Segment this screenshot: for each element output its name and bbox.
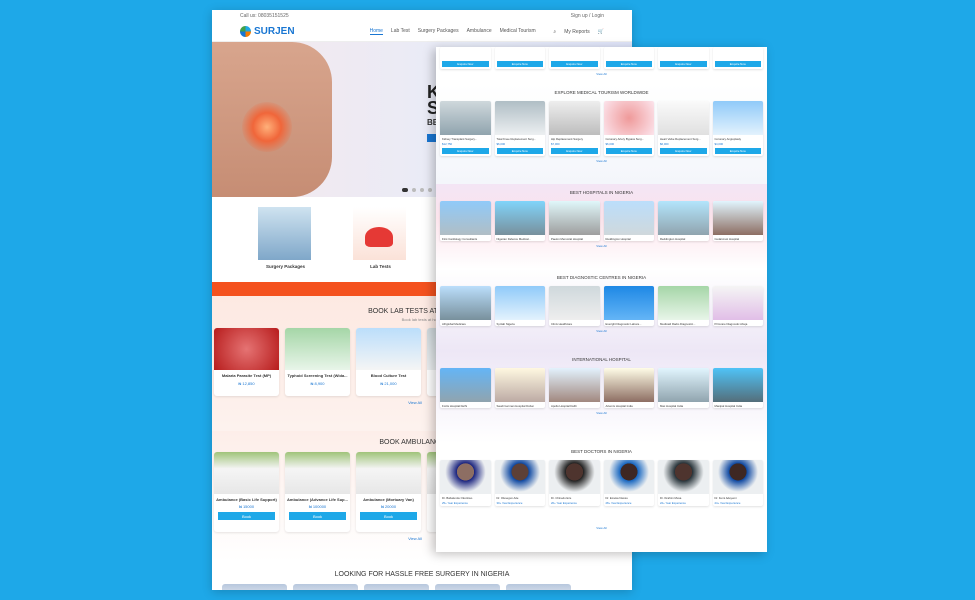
logo-icon xyxy=(240,26,251,37)
nav-ambulance[interactable]: Ambulance xyxy=(467,28,492,35)
knee-highlight xyxy=(242,102,292,152)
international-card[interactable]: Artemis Hospital India xyxy=(603,368,654,408)
hospitals-title: BEST HOSPITALS IN NIGERIA xyxy=(569,190,634,195)
tourism-view-all[interactable]: View All xyxy=(440,156,763,163)
diagnostic-card[interactable]: Afriglobal Medicare xyxy=(440,286,491,326)
top-view-all[interactable]: View All xyxy=(440,69,763,76)
partial-card[interactable]: Enquire Now xyxy=(603,47,654,69)
ambulance-card[interactable]: Ambulance (Advance Life Sup... ₦ 100000 Bo… xyxy=(285,452,350,532)
service-surgery-packages[interactable]: Surgery Packages xyxy=(258,207,313,282)
tourism-title: EXPLORE MEDICAL TOURISM WORLDWIDE xyxy=(554,90,649,95)
logo[interactable]: SURJEN xyxy=(240,26,295,37)
book-button[interactable]: Book xyxy=(289,512,346,520)
international-card[interactable]: Max Hospital India xyxy=(658,368,709,408)
hospital-card[interactable]: Reddington Hospital xyxy=(603,201,654,241)
partial-card[interactable]: Enquire Now xyxy=(712,47,763,69)
nav-home[interactable]: Home xyxy=(369,28,383,35)
diagnostic-card[interactable]: Everight Diagnostic Labora... xyxy=(603,286,654,326)
my-reports-link[interactable]: My Reports xyxy=(564,29,590,35)
doctor-card[interactable]: Dr. Emeka Nwosu 28+ Year Experience xyxy=(603,460,654,506)
diagnostic-title: BEST DIAGNOSTIC CENTRES IN NIGERIA xyxy=(556,275,647,280)
diagnostic-centres-section: BEST DIAGNOSTIC CENTRES IN NIGERIA Afrig… xyxy=(436,269,767,351)
book-button[interactable]: Book xyxy=(360,512,417,520)
enquire-button[interactable]: Enquire Now xyxy=(442,148,489,154)
partial-card[interactable]: Enquire Now xyxy=(658,47,709,69)
doctor-card[interactable]: Dr. Ibrahim Musa 22+ Year Experience xyxy=(658,460,709,506)
tourism-card[interactable]: Total Knee Replacement Surg... $6,000 Enqu… xyxy=(494,101,545,156)
hospital-card[interactable]: First Cardiology Consultants xyxy=(440,201,491,241)
service-lab-tests[interactable]: Lab Tests xyxy=(353,207,408,282)
diagnostic-card[interactable]: Synlab Nigeria xyxy=(494,286,545,326)
doctors-title: BEST DOCTORS IN NIGERIA xyxy=(571,449,632,454)
ambulance-card[interactable]: Ambulance (Mortuary Van) ₦ 20000 Book xyxy=(356,452,421,532)
main-nav: SURJEN Home Lab Test Surgery Packages Am… xyxy=(212,22,632,42)
lab-delivery-image xyxy=(353,207,406,260)
logo-text: SURJEN xyxy=(254,26,295,37)
doctor-card[interactable]: Dr. Femi Adeyemi 24+ Year Experience xyxy=(712,460,763,506)
partial-card[interactable]: Enquire Now xyxy=(549,47,600,69)
tourism-card[interactable]: Heart Valve Replacement Surg... $6,000 Enq… xyxy=(658,101,709,156)
international-card[interactable]: Saudi German Hospital Dubai xyxy=(494,368,545,408)
hospital-card[interactable]: Cedarcrest Hospital xyxy=(712,201,763,241)
hospital-card[interactable]: Reddington Hospital xyxy=(658,201,709,241)
top-bar: Call us: 08035151525 Sign up / Login xyxy=(212,10,632,22)
nav-surgery-packages[interactable]: Surgery Packages xyxy=(418,28,459,35)
medical-tourism-section: EXPLORE MEDICAL TOURISM WORLDWIDE Kidney… xyxy=(436,84,767,184)
hospital-card[interactable]: Nigerian Defence Medical... xyxy=(494,201,545,241)
international-card[interactable]: Fortis Hospital Delhi xyxy=(440,368,491,408)
enquire-button[interactable]: Enquire Now xyxy=(551,148,598,154)
international-card[interactable]: Apollo Hospital Delhi xyxy=(549,368,600,408)
hospital-card[interactable]: Paelon Memorial Hospital xyxy=(549,201,600,241)
best-doctors-section: BEST DOCTORS IN NIGERIA Dr. Babatunde Ok… xyxy=(436,443,767,552)
doctor-card[interactable]: Dr. Chinedu Eze 20+ Year Experience xyxy=(549,460,600,506)
lab-card[interactable]: Typhoid Screening Test (Wida... ₦ 8,900 xyxy=(285,328,350,396)
diagnostic-card[interactable]: Clinix Healthcare xyxy=(549,286,600,326)
tourism-card[interactable]: Coronary Angioplasty $4,000 Enquire Now xyxy=(712,101,763,156)
enquire-button[interactable]: Enquire Now xyxy=(714,148,761,154)
international-card[interactable]: Manipal Hospital India xyxy=(712,368,763,408)
enquire-button[interactable]: Enquire Now xyxy=(660,148,707,154)
doctor-card[interactable]: Dr. Babatunde Okonkwo 25+ Year Experience xyxy=(440,460,491,506)
international-title: INTERNATIONAL HOSPITAL xyxy=(572,357,631,362)
cart-icon[interactable]: 🛒 xyxy=(598,29,604,35)
nav-medical-tourism[interactable]: Medical Tourism xyxy=(500,28,536,35)
surgery-section-title: LOOKING FOR HASSLE FREE SURGERY IN NIGER… xyxy=(334,571,510,578)
tourism-card[interactable]: Kidney Transplant Surgery... $12,750 Enqui… xyxy=(440,101,491,156)
best-hospitals-section: BEST HOSPITALS IN NIGERIA First Cardiolo… xyxy=(436,184,767,269)
nav-lab-test[interactable]: Lab Test xyxy=(391,28,410,35)
ambulance-card[interactable]: Ambulance (Basic Life Support) ₦ 15000 Boo… xyxy=(214,452,279,532)
search-icon[interactable]: ⌕ xyxy=(553,29,556,35)
top-partial-section: Enquire Now Enquire Now Enquire Now Enqu… xyxy=(436,47,767,84)
book-button[interactable]: Book xyxy=(218,512,275,520)
surgery-image xyxy=(258,207,311,260)
partial-card[interactable]: Enquire Now xyxy=(494,47,545,69)
enquire-button[interactable]: Enquire Now xyxy=(496,148,543,154)
hospitals-view-all[interactable]: View All xyxy=(440,241,763,248)
tourism-card[interactable]: Coronary Artery Bypass Surg... $6,000 Enqu… xyxy=(603,101,654,156)
signup-link[interactable]: Sign up / Login xyxy=(571,13,604,19)
partial-card[interactable]: Enquire Now xyxy=(440,47,491,69)
doctors-view-all[interactable]: View All xyxy=(440,506,763,530)
call-text: Call us: 08035151525 xyxy=(240,13,289,19)
lab-card[interactable]: Malaria Parasite Test (MP) ₦ 12,850 xyxy=(214,328,279,396)
diagnostic-card[interactable]: Primcare Diagnostic Abuja xyxy=(712,286,763,326)
diagnostic-card[interactable]: Medicaid Radio Diagnostic... xyxy=(658,286,709,326)
diagnostic-view-all[interactable]: View All xyxy=(440,326,763,333)
carousel-dots[interactable] xyxy=(402,188,440,192)
international-hospital-section: INTERNATIONAL HOSPITAL Fortis Hospital D… xyxy=(436,351,767,443)
doctor-card[interactable]: Dr. Olusegun Ade 30+ Year Experience xyxy=(494,460,545,506)
lab-card[interactable]: Blood Culture Test ₦ 21,000 xyxy=(356,328,421,396)
listings-screenshot: Enquire Now Enquire Now Enquire Now Enqu… xyxy=(436,47,767,552)
tourism-card[interactable]: Hip Replacement Surgery $7,000 Enquire Now xyxy=(549,101,600,156)
enquire-button[interactable]: Enquire Now xyxy=(605,148,652,154)
international-view-all[interactable]: View All xyxy=(440,408,763,415)
surgery-section: LOOKING FOR HASSLE FREE SURGERY IN NIGER… xyxy=(212,561,632,590)
